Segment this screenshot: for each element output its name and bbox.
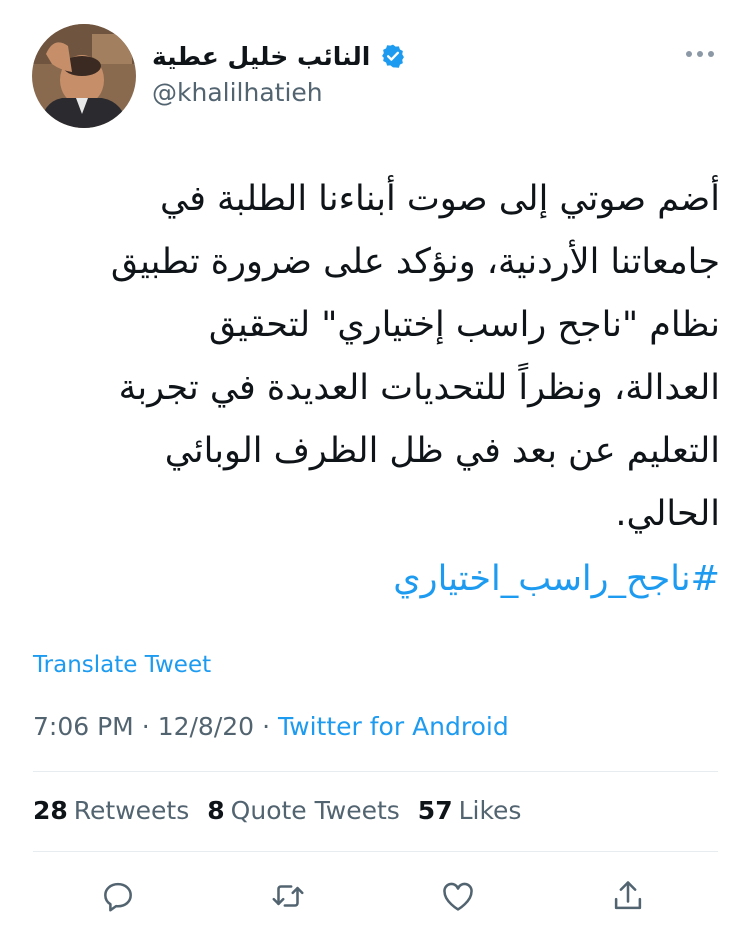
tweet-text: أضم صوتي إلى صوت أبناءنا الطلبة في جامعا… (30, 168, 720, 546)
reply-icon (104, 882, 132, 912)
divider (33, 771, 718, 772)
likes-label: Likes (458, 796, 522, 825)
tweet-source-link[interactable]: Twitter for Android (278, 712, 509, 741)
like-button[interactable] (436, 874, 480, 918)
tweet-text-line: الحالي. (615, 494, 720, 534)
meta-separator: · (262, 712, 271, 741)
tweet-text-line: العدالة، ونظراً للتحديات العديدة في تجرب… (118, 368, 720, 408)
more-dot (686, 51, 692, 57)
tweet-text-line: التعليم عن بعد في ظل الظرف الوبائي (164, 431, 720, 471)
author-name-row: النائب خليل عطية (152, 38, 406, 74)
likes-stat[interactable]: 57 Likes (418, 796, 522, 825)
tweet-actions-bar (0, 866, 750, 926)
retweet-button[interactable] (266, 874, 310, 918)
quote-tweets-stat[interactable]: 8 Quote Tweets (207, 796, 400, 825)
quote-tweets-count: 8 (207, 796, 225, 825)
retweets-count: 28 (33, 796, 68, 825)
more-dot (708, 51, 714, 57)
tweet-time: 7:06 PM (33, 712, 134, 741)
verified-badge-icon (382, 44, 405, 68)
translate-tweet-link[interactable]: Translate Tweet (33, 652, 211, 678)
retweet-icon (272, 885, 304, 907)
share-button[interactable] (606, 874, 650, 918)
tweet-date: 12/8/20 (157, 712, 255, 741)
like-icon (443, 882, 473, 911)
retweets-label: Retweets (73, 796, 190, 825)
meta-separator: · (141, 712, 150, 741)
author-handle[interactable]: @khalilhatieh (152, 78, 323, 107)
tweet-text-line: نظام "ناجح راسب إختياري" لتحقيق (208, 305, 720, 345)
reply-button[interactable] (96, 874, 140, 918)
divider (33, 851, 718, 852)
author-display-name[interactable]: النائب خليل عطية (152, 42, 370, 71)
tweet-header: النائب خليل عطية @khalilhatieh (0, 0, 750, 140)
more-dot (697, 51, 703, 57)
share-icon (614, 881, 642, 910)
quote-tweets-label: Quote Tweets (230, 796, 400, 825)
avatar[interactable] (32, 24, 136, 128)
engagement-stats: 28 Retweets 8 Quote Tweets 57 Likes (33, 796, 521, 825)
likes-count: 57 (417, 796, 453, 825)
tweet-text-line: جامعاتنا الأردنية، ونؤكد على ضرورة تطبيق (110, 242, 720, 282)
avatar-photo (32, 24, 136, 128)
more-options-icon[interactable] (680, 44, 720, 64)
retweets-stat[interactable]: 28 Retweets (33, 796, 189, 825)
tweet-metadata: 7:06 PM · 12/8/20 · Twitter for Android (33, 712, 509, 741)
tweet-text-line: أضم صوتي إلى صوت أبناءنا الطلبة في (160, 179, 720, 219)
hashtag-link[interactable]: #ناجح_راسب_اختياري (30, 548, 720, 611)
